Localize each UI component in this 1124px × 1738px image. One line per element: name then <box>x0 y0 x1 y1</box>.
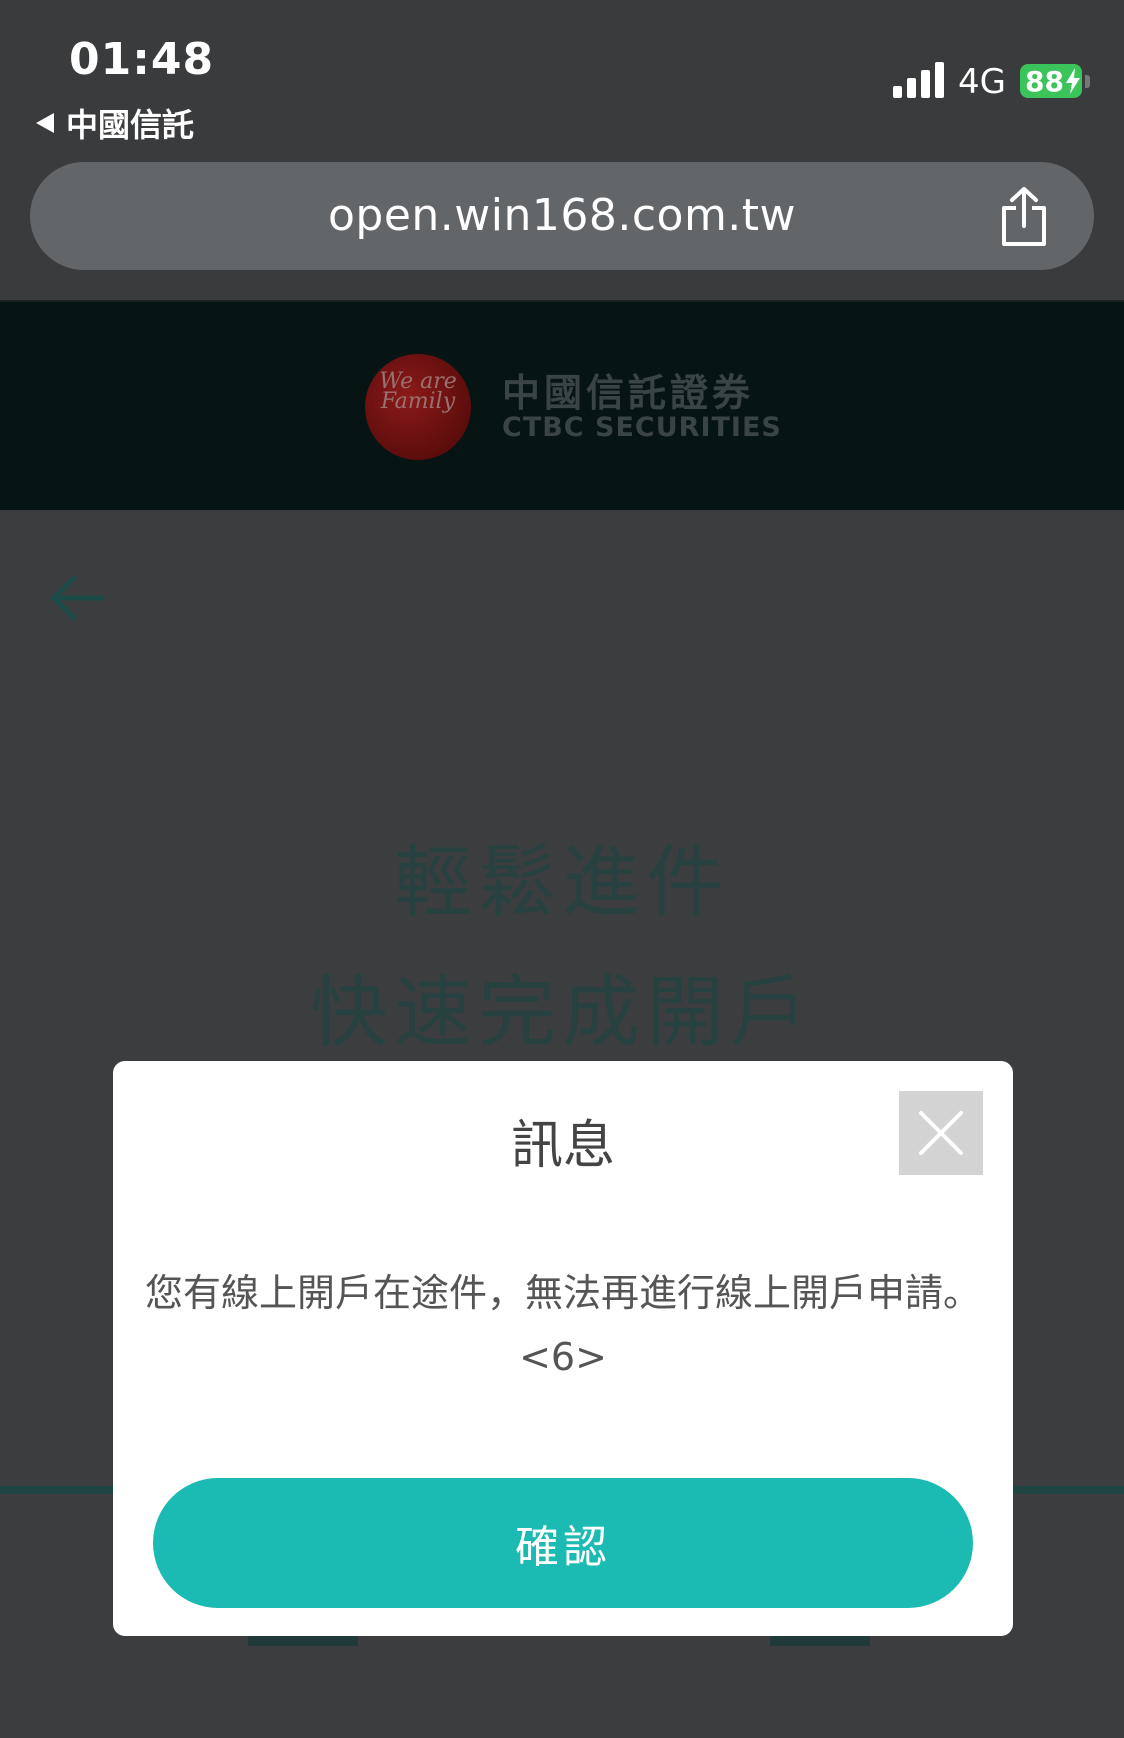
message-dialog: 訊息 您有線上開戶在途件，無法再進行線上開戶申請。<6> 確認 <box>113 1061 1013 1636</box>
status-bar: 01:48 中國信託 4G 88 <box>0 0 1124 150</box>
back-to-app-button[interactable]: 中國信託 <box>36 100 194 146</box>
close-button[interactable] <box>899 1091 983 1175</box>
logo-tagline: We are Family <box>379 369 457 414</box>
cellular-signal-icon <box>893 62 944 98</box>
battery-indicator: 88 <box>1020 64 1082 98</box>
back-triangle-icon <box>36 113 54 133</box>
brand-name-zh: 中國信託證券 <box>502 371 755 415</box>
share-icon[interactable] <box>996 186 1052 248</box>
brand-name-en: CTBC SECURITIES <box>502 412 782 443</box>
status-time: 01:48 <box>69 34 215 85</box>
hero-line-2: 快速完成開戶 <box>309 968 814 1058</box>
site-header: We are Family 中國信託證券 CTBC SECURITIES <box>0 300 1124 510</box>
battery-level: 88 <box>1025 64 1064 98</box>
back-app-label: 中國信託 <box>66 106 195 144</box>
dialog-title: 訊息 <box>510 1116 615 1176</box>
ctbc-logo: We are Family <box>365 354 471 460</box>
confirm-button[interactable]: 確認 <box>153 1478 973 1608</box>
charging-bolt-icon <box>1065 68 1080 94</box>
network-type: 4G <box>958 62 1006 102</box>
back-arrow-icon[interactable] <box>50 574 106 622</box>
hero-line-1: 輕鬆進件 <box>393 838 730 928</box>
close-icon <box>919 1111 963 1155</box>
address-bar[interactable]: open.win168.com.tw <box>30 162 1094 270</box>
screen: 01:48 中國信託 4G 88 open.win168.com.tw We a… <box>0 0 1124 1738</box>
battery-nub <box>1085 75 1090 88</box>
url-text: open.win168.com.tw <box>327 190 797 241</box>
dialog-message: 您有線上開戶在途件，無法再進行線上開戶申請。<6> <box>144 1271 981 1379</box>
